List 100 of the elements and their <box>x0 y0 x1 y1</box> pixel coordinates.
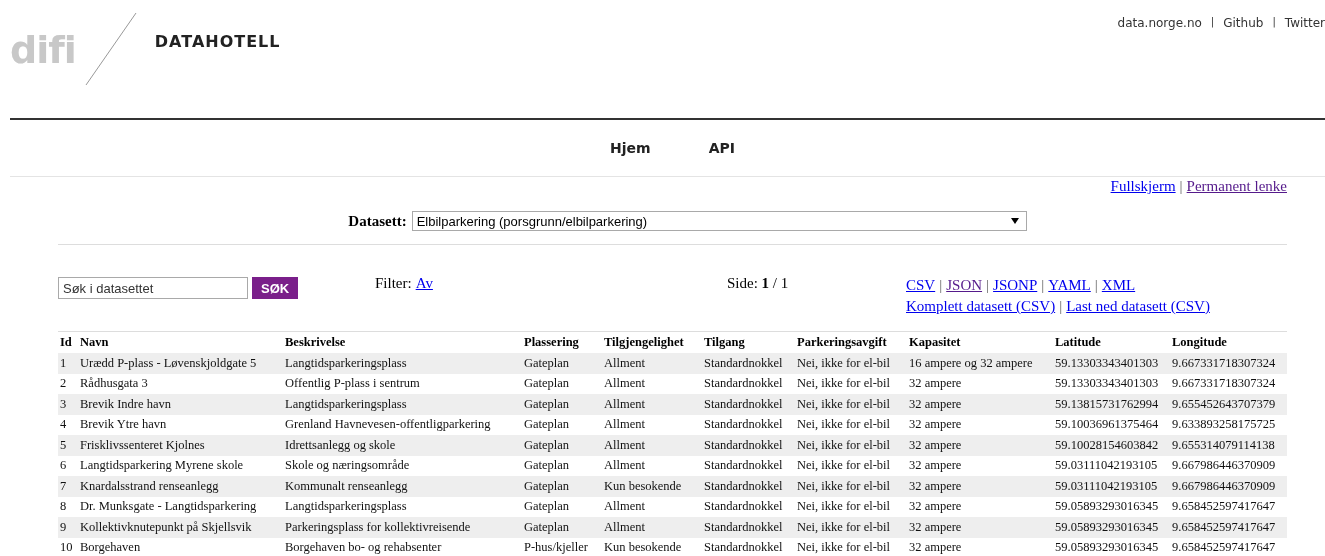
separator: | <box>1210 16 1215 30</box>
table-cell: Offentlig P-plass i sentrum <box>283 373 522 394</box>
column-header[interactable]: Tilgjengelighet <box>602 331 702 353</box>
table-cell: Standardnokkel <box>702 414 795 435</box>
table-cell: Nei, ikke for el-bil <box>795 455 907 476</box>
table-cell: Rådhusgata 3 <box>78 373 283 394</box>
table-cell: Brevik Ytre havn <box>78 414 283 435</box>
caret-icon <box>1010 218 1019 224</box>
table-cell: Kollektivknutepunkt på Skjellsvik <box>78 517 283 538</box>
table-cell: 59.10028154603842 <box>1053 435 1170 456</box>
table-cell: Allment <box>602 373 702 394</box>
table-cell: Allment <box>602 435 702 456</box>
filter-link[interactable]: Av <box>415 275 433 292</box>
format-link[interactable]: JSON <box>946 277 983 293</box>
table-cell: Langtidsparkeringsplass <box>283 496 522 517</box>
site-title[interactable]: DATAHOTELL <box>154 32 281 51</box>
table-cell: 32 ampere <box>907 435 1053 456</box>
table-cell: Allment <box>602 394 702 415</box>
search-button[interactable]: SØK <box>252 277 299 299</box>
format-link[interactable]: CSV <box>906 277 936 293</box>
table-cell: Gateplan <box>522 373 602 394</box>
table-cell: Allment <box>602 353 702 374</box>
separator: | <box>1272 16 1276 30</box>
table-cell: Idrettsanlegg og skole <box>283 435 522 456</box>
table-cell: 59.03111042193105 <box>1053 476 1170 497</box>
table-cell: 59.05893293016345 <box>1053 537 1170 556</box>
table-cell: Nei, ikke for el-bil <box>795 394 907 415</box>
separator: | <box>1179 178 1183 194</box>
table-cell: 16 ampere og 32 ampere <box>907 353 1053 374</box>
table-cell: Allment <box>602 455 702 476</box>
table-cell: Borgehaven bo- og rehabsenter <box>283 537 522 556</box>
table-cell: 9.655452643707379 <box>1170 394 1287 415</box>
table-cell: Gateplan <box>522 394 602 415</box>
nav-link[interactable]: API <box>708 140 735 156</box>
table-cell: Standardnokkel <box>702 537 795 556</box>
download-link[interactable]: Last ned datasett (CSV) <box>1066 298 1210 314</box>
separator: | <box>986 277 990 293</box>
table-cell: 32 ampere <box>907 517 1053 538</box>
column-header[interactable]: Parkeringsavgift <box>795 331 907 353</box>
table-cell: 1 <box>58 353 78 374</box>
table-cell: 59.10036961375464 <box>1053 414 1170 435</box>
table-cell: 9.658452597417647 <box>1170 496 1287 517</box>
table-cell: 32 ampere <box>907 394 1053 415</box>
column-header[interactable]: Beskrivelse <box>283 331 522 353</box>
format-link[interactable]: YAML <box>1048 277 1091 293</box>
table-cell: P-hus/kjeller <box>522 537 602 556</box>
table-cell: Nei, ikke for el-bil <box>795 537 907 556</box>
column-header[interactable]: Id <box>58 331 78 353</box>
column-header[interactable]: Plassering <box>522 331 602 353</box>
table-cell: Kommunalt renseanlegg <box>283 476 522 497</box>
table-cell: Gateplan <box>522 517 602 538</box>
column-header[interactable]: Latitude <box>1053 331 1170 353</box>
table-cell: 9.667331718307324 <box>1170 373 1287 394</box>
page-link[interactable]: Fullskjerm <box>1110 178 1176 194</box>
table-cell: 59.13303343401303 <box>1053 353 1170 374</box>
table-cell: Gateplan <box>522 476 602 497</box>
table-cell: Skole og næringsområde <box>283 455 522 476</box>
format-link[interactable]: XML <box>1101 277 1136 293</box>
column-header[interactable]: Navn <box>78 331 283 353</box>
table-cell: Allment <box>602 517 702 538</box>
table-cell: 9.667986446370909 <box>1170 455 1287 476</box>
table-cell: Grenland Havnevesen-offentligparkering <box>283 414 522 435</box>
table-cell: 32 ampere <box>907 373 1053 394</box>
header-link[interactable]: Github <box>1223 16 1264 118</box>
table-cell: Borgehaven <box>78 537 283 556</box>
table-cell: 9.655314079114138 <box>1170 435 1287 456</box>
table-cell: 5 <box>58 435 78 456</box>
download-link[interactable]: Komplett datasett (CSV) <box>906 298 1056 314</box>
search-field[interactable]: Søk i datasettet <box>58 277 248 299</box>
dataset-dropdown[interactable]: Elbilparkering (porsgrunn/elbilparkering) <box>411 211 1027 231</box>
table-cell: 9.658452597417647 <box>1170 517 1287 538</box>
table-cell: 32 ampere <box>907 476 1053 497</box>
table-cell: Kun besokende <box>602 476 702 497</box>
table-cell: 9.633893258175725 <box>1170 414 1287 435</box>
table-cell: Gateplan <box>522 496 602 517</box>
column-header[interactable]: Longitude <box>1170 331 1287 353</box>
separator: | <box>939 277 943 293</box>
table-cell: Knardalsstrand renseanlegg <box>78 476 283 497</box>
format-link[interactable]: JSONP <box>993 277 1038 293</box>
table-cell: Nei, ikke for el-bil <box>795 435 907 456</box>
header-link[interactable]: data.norge.no <box>1117 16 1202 118</box>
table-cell: Nei, ikke for el-bil <box>795 496 907 517</box>
table-cell: Allment <box>602 496 702 517</box>
table-cell: Parkeringsplass for kollektivreisende <box>283 517 522 538</box>
table-cell: 10 <box>58 537 78 556</box>
table-cell: 59.05893293016345 <box>1053 517 1170 538</box>
table-cell: 59.13303343401303 <box>1053 373 1170 394</box>
column-header[interactable]: Tilgang <box>702 331 795 353</box>
table-cell: Gateplan <box>522 455 602 476</box>
column-header[interactable]: Kapasitet <box>907 331 1053 353</box>
table-cell: Standardnokkel <box>702 476 795 497</box>
table-cell: 59.05893293016345 <box>1053 496 1170 517</box>
slash-line-icon <box>84 12 137 86</box>
table-cell: Gateplan <box>522 435 602 456</box>
header-link[interactable]: Twitter <box>1284 16 1325 118</box>
nav-link[interactable]: Hjem <box>610 140 651 156</box>
table-cell: 7 <box>58 476 78 497</box>
table-cell: 32 ampere <box>907 496 1053 517</box>
page-link[interactable]: Permanent lenke <box>1186 178 1287 194</box>
table-cell: Langtidsparkeringsplass <box>283 394 522 415</box>
